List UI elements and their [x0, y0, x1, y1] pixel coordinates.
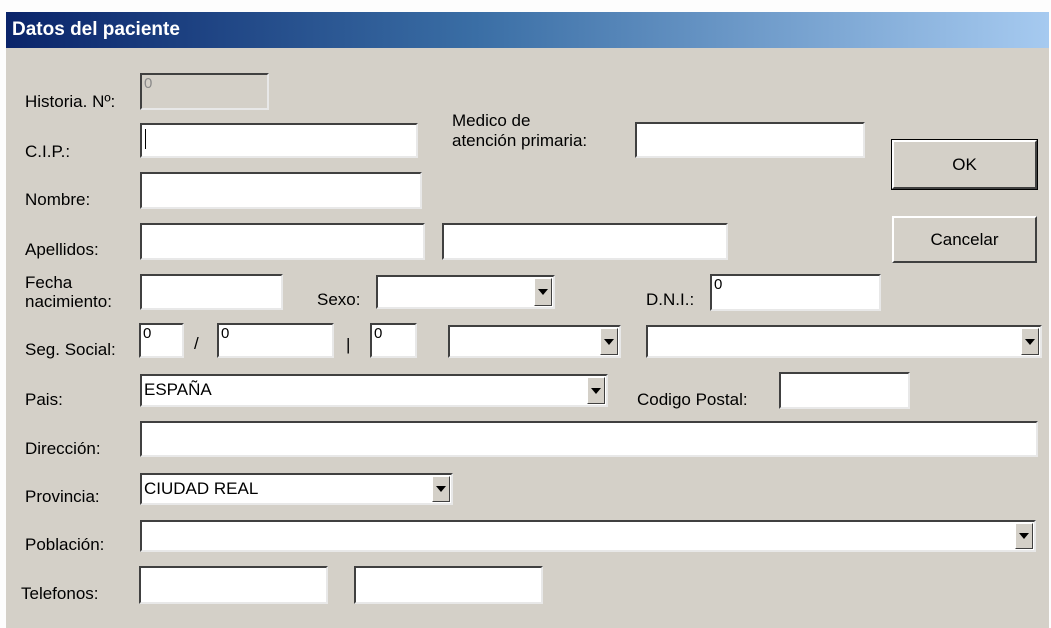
chevron-down-icon[interactable]: [1015, 523, 1033, 549]
nombre-label: Nombre:: [25, 190, 91, 209]
cancel-button[interactable]: Cancelar: [892, 216, 1037, 263]
chevron-down-icon[interactable]: [534, 278, 552, 306]
telefono2-field[interactable]: [354, 566, 543, 604]
cip-label: C.I.P.:: [25, 142, 71, 161]
seg-social-field-1[interactable]: 0: [139, 323, 184, 358]
title-bar: Datos del paciente: [6, 12, 1049, 48]
telefono1-field[interactable]: [139, 566, 328, 604]
historia-field: 0: [140, 73, 269, 110]
pais-select[interactable]: ESPAÑA: [140, 374, 608, 407]
chevron-down-icon[interactable]: [1021, 328, 1039, 355]
patient-data-dialog: Datos del paciente Historia. Nº: 0 C.I.P…: [0, 0, 1051, 628]
medico-label-line2: atención primaria:: [452, 131, 588, 150]
apellido2-field[interactable]: [442, 223, 728, 260]
seg-social-field-3[interactable]: 0: [370, 323, 417, 358]
provincia-value: CIUDAD REAL: [144, 479, 259, 498]
nombre-field[interactable]: [140, 172, 422, 209]
seg-social-field-2[interactable]: 0: [217, 323, 334, 358]
seg-social-label: Seg. Social:: [25, 340, 116, 359]
ok-button[interactable]: OK: [891, 139, 1038, 190]
provincia-select[interactable]: CIUDAD REAL: [140, 473, 453, 505]
medico-label-line1: Medico de: [452, 111, 531, 130]
fecha-label-line2: nacimiento:: [25, 292, 112, 311]
pais-value: ESPAÑA: [144, 380, 212, 399]
direccion-field[interactable]: [140, 421, 1038, 457]
seg-social-separator-bar: |: [346, 335, 351, 354]
direccion-label: Dirección:: [25, 439, 101, 458]
fecha-nacimiento-field[interactable]: [140, 274, 283, 310]
codigo-postal-field[interactable]: [779, 372, 910, 409]
dni-field[interactable]: 0: [710, 274, 881, 311]
chevron-down-icon[interactable]: [600, 328, 618, 355]
poblacion-select[interactable]: [140, 520, 1036, 552]
seg-social-select-1[interactable]: [448, 325, 621, 358]
dialog-client-area: Historia. Nº: 0 C.I.P.: Medico de atenci…: [6, 48, 1049, 628]
pais-label: Pais:: [25, 390, 63, 409]
historia-label: Historia. Nº:: [25, 92, 116, 111]
telefonos-label: Telefonos:: [21, 584, 99, 603]
medico-field[interactable]: [635, 122, 865, 158]
fecha-label-line1: Fecha: [25, 273, 73, 292]
dni-label: D.N.I.:: [646, 290, 695, 309]
apellidos-label: Apellidos:: [25, 240, 99, 259]
sexo-select[interactable]: [376, 275, 555, 309]
seg-social-separator-slash: /: [194, 334, 199, 353]
apellido1-field[interactable]: [140, 223, 425, 260]
text-caret: [145, 129, 146, 149]
cip-field[interactable]: [140, 123, 418, 158]
provincia-label: Provincia:: [25, 487, 100, 506]
poblacion-label: Población:: [25, 535, 105, 554]
chevron-down-icon[interactable]: [587, 377, 605, 404]
chevron-down-icon[interactable]: [432, 476, 450, 502]
window-title: Datos del paciente: [12, 19, 180, 40]
codigo-postal-label: Codigo Postal:: [637, 390, 748, 409]
seg-social-select-2[interactable]: [646, 325, 1042, 358]
sexo-label: Sexo:: [317, 290, 361, 309]
